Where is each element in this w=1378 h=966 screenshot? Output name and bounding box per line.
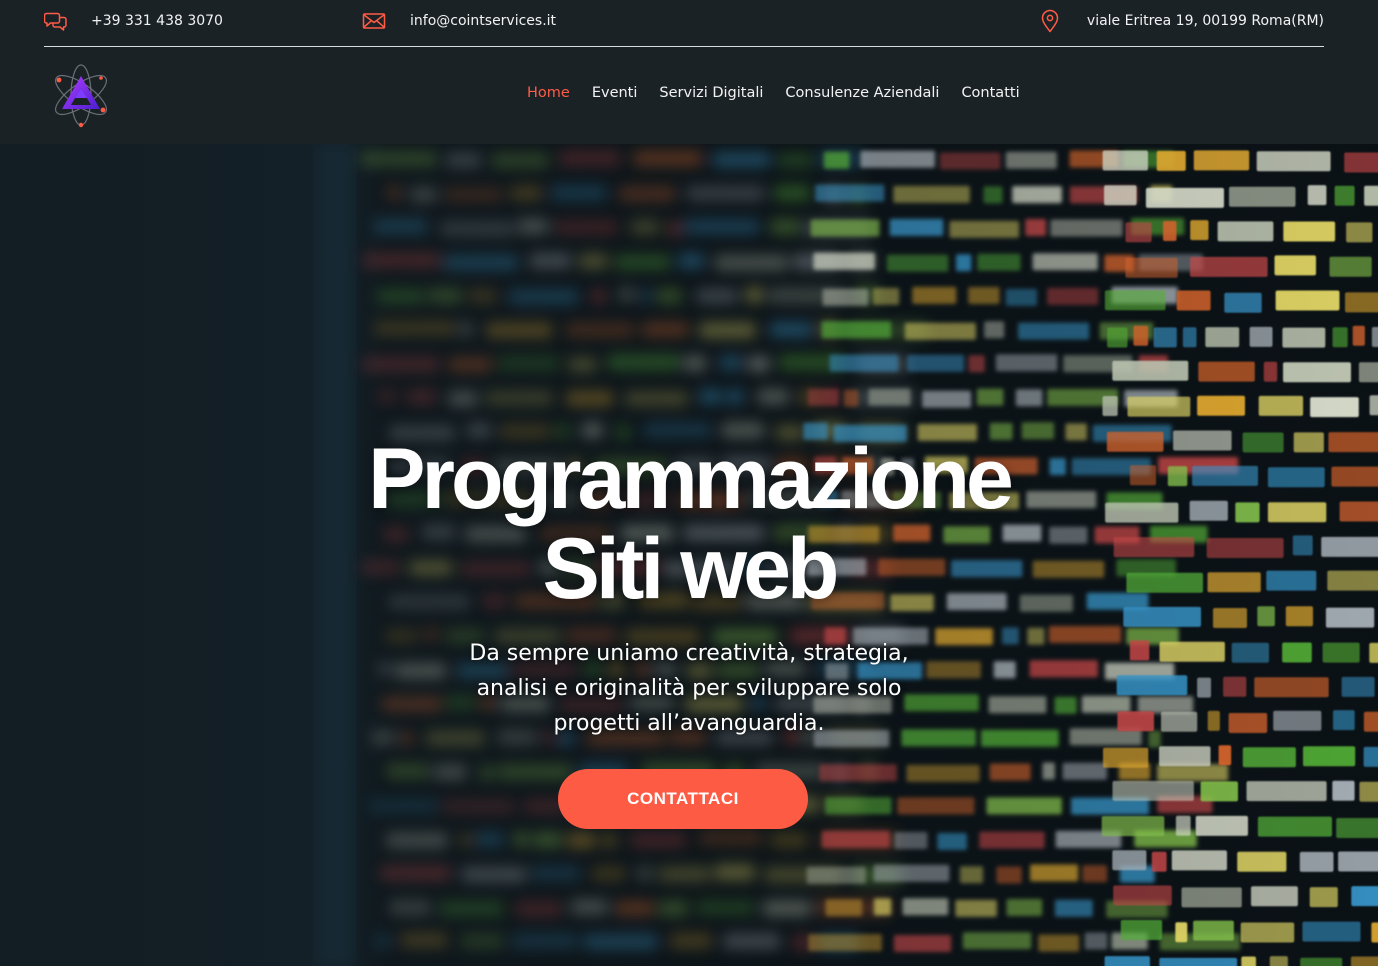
nav-item-home[interactable]: Home — [527, 85, 570, 101]
hero-title: Programmazione Siti web — [0, 434, 1378, 614]
hero-subtitle-line: analisi e originalità per sviluppare sol… — [476, 676, 902, 701]
nav-item-consulenze-aziendali[interactable]: Consulenze Aziendali — [785, 85, 939, 101]
hero-subtitle-line: Da sempre uniamo creatività, strategia, — [469, 641, 909, 666]
nav-item-eventi[interactable]: Eventi — [592, 85, 638, 101]
chat-bubbles-icon — [43, 9, 68, 33]
nav-item-servizi-digitali[interactable]: Servizi Digitali — [659, 85, 763, 101]
map-pin-icon — [1038, 9, 1062, 33]
hero-subtitle-line: progetti all’avanguardia. — [553, 711, 825, 736]
nav-item-contatti[interactable]: Contatti — [961, 85, 1019, 101]
envelope-icon — [362, 9, 386, 33]
site-header: +39 331 438 3070 info@cointservices.it v… — [0, 0, 1378, 144]
phone-number[interactable]: +39 331 438 3070 — [91, 13, 223, 29]
hero-section: Programmazione Siti web Da sempre uniamo… — [0, 144, 1378, 966]
topbar-email[interactable]: info@cointservices.it — [362, 0, 556, 42]
primary-menu: Home Eventi Servizi Digitali Consulenze … — [527, 85, 1020, 101]
hero-content: Programmazione Siti web Da sempre uniamo… — [0, 144, 1378, 966]
site-logo[interactable] — [48, 62, 114, 128]
email-address[interactable]: info@cointservices.it — [410, 13, 556, 29]
hero-title-line: Programmazione — [368, 431, 1014, 527]
hero-title-line: Siti web — [542, 521, 840, 617]
topbar-phone[interactable]: +39 331 438 3070 — [43, 0, 223, 42]
contattaci-button[interactable]: CONTATTACI — [558, 769, 808, 829]
hero-subtitle: Da sempre uniamo creatività, strategia, … — [0, 636, 1378, 741]
topbar-address: viale Eritrea 19, 00199 Roma(RM) — [1038, 0, 1324, 42]
street-address: viale Eritrea 19, 00199 Roma(RM) — [1086, 13, 1324, 29]
main-navbar: Home Eventi Servizi Digitali Consulenze … — [0, 48, 1378, 144]
contact-topbar: +39 331 438 3070 info@cointservices.it v… — [43, 0, 1324, 47]
